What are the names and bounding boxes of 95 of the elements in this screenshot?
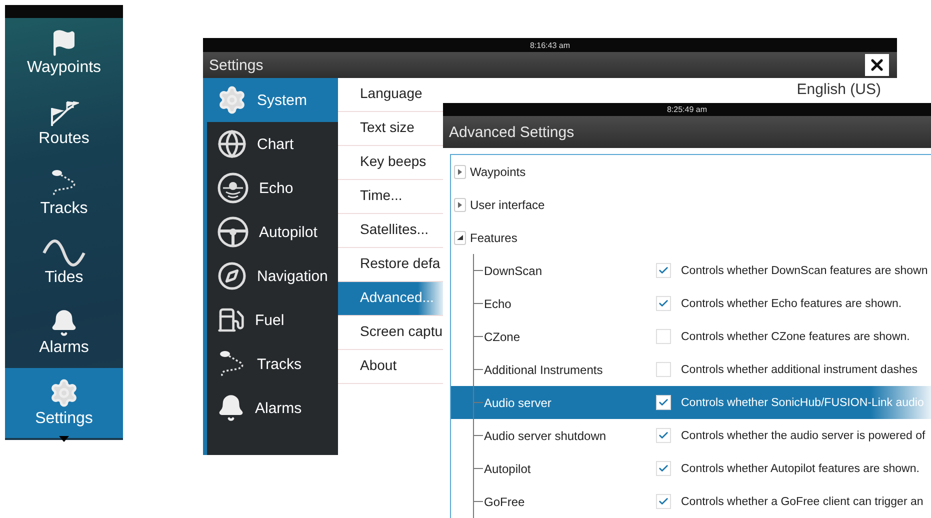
feature-row[interactable]: DownScan Controls whether DownScan features are shown <box>451 254 931 287</box>
clock-text: 8:25:49 am <box>666 105 708 114</box>
check-icon <box>658 265 669 276</box>
feature-label: Audio server <box>484 396 552 410</box>
option-label: Restore defa <box>360 254 440 270</box>
checkbox[interactable] <box>656 395 671 410</box>
category-label: Navigation <box>257 268 328 284</box>
checkbox[interactable] <box>656 296 671 311</box>
feature-row[interactable]: Audio server Controls whether SonicHub/FUSION-Link audio <box>451 386 931 419</box>
category-label: System <box>257 92 308 108</box>
caret-icon <box>59 436 69 442</box>
category-item[interactable]: Alarms <box>207 386 338 430</box>
category-item[interactable]: Fuel <box>207 298 338 342</box>
category-label: Tracks <box>257 356 302 372</box>
feature-label: Autopilot <box>484 462 532 476</box>
checkbox[interactable] <box>656 494 671 509</box>
option-label: Time... <box>360 186 402 202</box>
nav-item[interactable]: Tides <box>5 228 123 298</box>
category-item[interactable]: Tracks <box>207 342 338 386</box>
feature-label: Echo <box>484 296 512 310</box>
triangle-icon <box>457 234 463 240</box>
option-label: About <box>360 356 397 372</box>
category-label: Autopilot <box>259 224 318 240</box>
check-icon <box>658 298 669 309</box>
steering-wheel-icon <box>217 216 249 248</box>
bell-icon <box>217 394 245 422</box>
check-icon <box>658 463 669 474</box>
tree-node-label: User interface <box>470 198 545 212</box>
checkbox[interactable] <box>656 329 671 344</box>
triangle-icon <box>457 202 463 208</box>
feature-row[interactable]: CZone Controls whether CZone features are shown. <box>451 320 931 353</box>
category-item[interactable]: Chart <box>207 122 338 166</box>
clock-text: 8:16:43 am <box>530 40 570 50</box>
nav-item[interactable]: Alarms <box>5 298 123 368</box>
option-label: Text size <box>360 118 414 134</box>
window-title: Advanced Settings <box>449 124 574 140</box>
check-icon <box>658 430 669 441</box>
feature-description: Controls whether DownScan features are shown <box>681 264 928 276</box>
globe-icon <box>217 129 247 159</box>
category-label: Alarms <box>255 400 302 416</box>
option-label: Screen captu <box>360 322 442 338</box>
category-item[interactable]: Navigation <box>207 254 338 298</box>
check-icon <box>658 397 669 408</box>
triangle-icon <box>457 168 463 174</box>
check-icon <box>658 496 669 507</box>
feature-row[interactable]: Autopilot Controls whether Autopilot features are shown. <box>451 452 931 485</box>
feature-description: Controls whether SonicHub/FUSION-Link audio <box>681 396 924 408</box>
gear-icon <box>217 85 247 115</box>
option-row[interactable]: Advanced... <box>338 282 443 316</box>
nav-item[interactable]: Tracks <box>5 158 123 228</box>
option-label: Satellites... <box>360 220 428 236</box>
tree-node-label: Waypoints <box>470 164 526 178</box>
bell-icon <box>50 309 78 337</box>
checkbox[interactable] <box>656 362 671 377</box>
category-item[interactable]: Echo <box>207 166 338 210</box>
feature-label: Audio server shutdown <box>484 428 608 442</box>
feature-label: CZone <box>484 330 522 344</box>
feature-description: Controls whether additional instrument dashes <box>681 364 918 376</box>
close-button[interactable] <box>865 54 889 76</box>
option-label: Key beeps <box>360 152 426 168</box>
tree-node-label: Features <box>470 230 518 244</box>
nav-item[interactable]: Routes <box>5 88 123 158</box>
feature-row[interactable]: Audio server shutdown Controls whether the audio server is powered of <box>451 419 931 452</box>
checkbox[interactable] <box>656 263 671 278</box>
feature-description: Controls whether Autopilot features are shown. <box>681 462 920 474</box>
option-label: Language <box>360 84 422 100</box>
category-item[interactable]: Autopilot <box>207 210 338 254</box>
nav-item[interactable]: Waypoints <box>5 18 123 88</box>
feature-label: GoFree <box>484 494 526 508</box>
feature-row[interactable]: GoFree Controls whether a GoFree client can trigger an <box>451 485 931 518</box>
sine-wave-icon <box>42 239 86 267</box>
feature-description: Controls whether the audio server is powered of <box>681 430 926 442</box>
gear-icon <box>49 378 79 408</box>
checkbox[interactable] <box>656 461 671 476</box>
feature-label: DownScan <box>484 264 544 278</box>
feature-description: Controls whether Echo features are shown. <box>681 298 902 310</box>
fuel-pump-icon <box>217 306 245 334</box>
category-label: Fuel <box>255 312 284 328</box>
feature-row[interactable]: Echo Controls whether Echo features are shown. <box>451 287 931 320</box>
option-value: English (US) <box>796 80 881 98</box>
feature-description: Controls whether CZone features are shown. <box>681 330 910 342</box>
compass-icon <box>217 261 247 291</box>
sonar-icon <box>217 172 249 204</box>
window-title: Settings <box>209 56 264 74</box>
option-label: Advanced... <box>360 288 434 304</box>
feature-description: Controls whether a GoFree client can trigger an <box>681 496 924 508</box>
expand-toggle[interactable] <box>454 164 466 178</box>
checkbox[interactable] <box>656 428 671 443</box>
category-item[interactable]: System <box>207 78 338 122</box>
feature-label: Additional Instruments <box>484 362 604 376</box>
category-label: Echo <box>259 180 294 196</box>
close-icon <box>868 56 886 74</box>
expand-toggle[interactable] <box>454 198 466 212</box>
expand-toggle[interactable] <box>454 230 466 244</box>
category-label: Chart <box>257 136 294 152</box>
